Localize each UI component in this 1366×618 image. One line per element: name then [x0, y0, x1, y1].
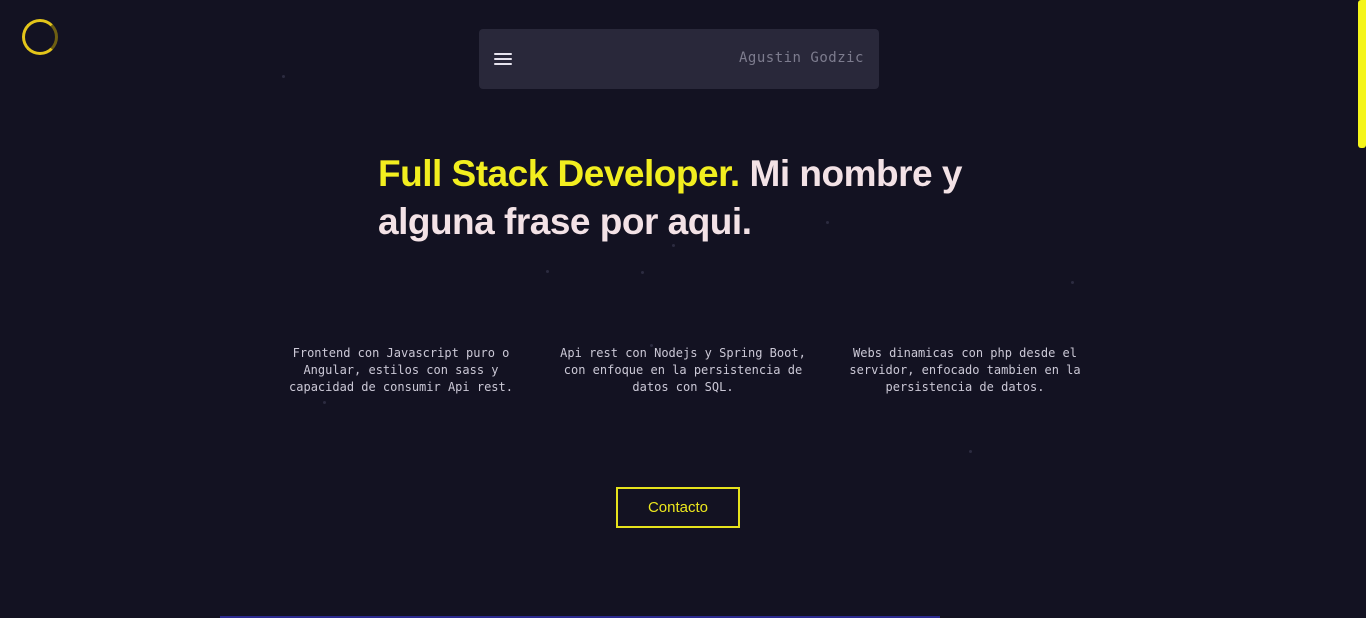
background-particle [641, 271, 644, 274]
background-particle [323, 401, 326, 404]
hero-headline: Full Stack Developer. Mi nombre y alguna… [378, 150, 1018, 246]
background-particle [650, 344, 653, 347]
background-particle [826, 221, 829, 224]
headline-highlight: Full Stack Developer. [378, 153, 740, 194]
background-particle [1071, 281, 1074, 284]
navbar: Agustin Godzic [479, 29, 879, 89]
page: Agustin Godzic Full Stack Developer. Mi … [0, 0, 1366, 618]
hamburger-menu-icon[interactable] [491, 49, 515, 69]
service-php: Webs dinamicas con php desde el servidor… [849, 346, 1081, 394]
background-particle [546, 270, 549, 273]
background-particle [282, 75, 285, 78]
service-backend: Api rest con Nodejs y Spring Boot, con e… [560, 346, 806, 394]
services-list: Frontend con Javascript puro o Angular, … [260, 345, 1106, 396]
contact-button[interactable]: Contacto [616, 487, 740, 528]
background-particle [672, 244, 675, 247]
loading-ring-icon [22, 19, 58, 55]
scrollbar-thumb[interactable] [1358, 0, 1366, 148]
brand-name[interactable]: Agustin Godzic [739, 50, 864, 66]
background-particle [969, 450, 972, 453]
service-frontend: Frontend con Javascript puro o Angular, … [289, 346, 513, 394]
